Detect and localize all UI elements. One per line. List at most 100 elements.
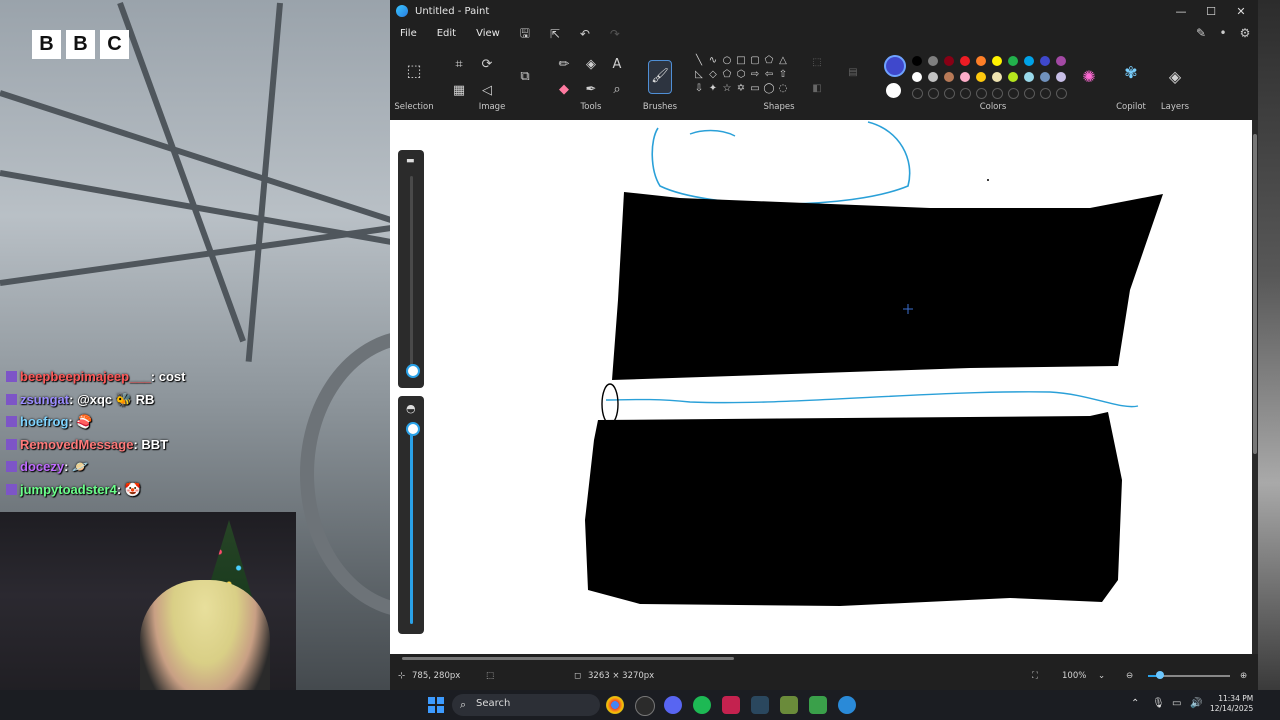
spotify-icon[interactable] [693, 696, 711, 714]
settings-icon[interactable]: ⚙ [1238, 26, 1252, 40]
text-icon[interactable]: A [608, 56, 626, 74]
magnifier-icon[interactable]: ⌕ [608, 81, 626, 99]
empty-color-slot[interactable] [1024, 88, 1035, 99]
color-swatch[interactable] [960, 72, 970, 82]
secondary-color[interactable] [886, 83, 901, 98]
up-arrow-shape-icon[interactable]: ⇧ [776, 68, 790, 82]
color-swatch[interactable] [1024, 56, 1034, 66]
color-swatch[interactable] [928, 72, 938, 82]
fit-to-window-icon[interactable]: ⛶ [1032, 671, 1038, 681]
color-swatch[interactable] [944, 72, 954, 82]
opacity-slider-track[interactable] [410, 424, 413, 624]
menu-file[interactable]: File [390, 24, 427, 44]
menu-view[interactable]: View [466, 24, 510, 44]
undo-icon[interactable]: ↶ [570, 27, 600, 41]
down-arrow-shape-icon[interactable]: ⇩ [692, 82, 706, 96]
vertical-scroll-thumb[interactable] [1253, 134, 1257, 454]
zoom-out-icon[interactable]: ⊖ [1126, 671, 1133, 681]
oval-shape-icon[interactable]: ○ [720, 54, 734, 68]
rectangle-shape-icon[interactable]: □ [734, 54, 748, 68]
empty-color-slot[interactable] [1040, 88, 1051, 99]
zoom-slider[interactable] [1148, 671, 1230, 679]
paint-taskbar-icon[interactable] [838, 696, 856, 714]
color-swatch[interactable] [976, 72, 986, 82]
empty-color-slot[interactable] [1056, 88, 1067, 99]
empty-color-slot[interactable] [992, 88, 1003, 99]
fill-style-icon[interactable]: ◧ [810, 82, 824, 96]
drawing-canvas[interactable]: ▬ ◓ [390, 120, 1252, 654]
color-swatch[interactable] [928, 56, 938, 66]
layers-icon[interactable]: ◈ [1166, 68, 1184, 86]
network-icon[interactable]: ▭ [1172, 698, 1181, 709]
size-slider-knob[interactable] [406, 364, 420, 378]
save-icon[interactable]: 🖫 [510, 24, 540, 45]
chrome-icon[interactable] [606, 696, 624, 714]
shape-settings-icon[interactable]: ▤ [846, 66, 860, 80]
zoom-in-icon[interactable]: ⊕ [1240, 671, 1247, 681]
app-icon[interactable] [722, 696, 740, 714]
resize-icon[interactable]: ▦ [450, 82, 468, 100]
rotate-icon[interactable]: ⟳ [478, 56, 496, 74]
polygon-shape-icon[interactable]: ⬠ [762, 54, 776, 68]
color-swatch[interactable] [944, 56, 954, 66]
clock-app-icon[interactable] [635, 696, 655, 716]
zoom-level[interactable]: 100% [1062, 671, 1086, 681]
eraser-icon[interactable]: ◆ [555, 81, 573, 99]
color-swatch[interactable] [976, 56, 986, 66]
star-shape-icon[interactable]: ☆ [720, 82, 734, 96]
taskbar-search[interactable]: ⌕ Search [452, 694, 600, 716]
fill-icon[interactable]: ◈ [582, 56, 600, 74]
empty-color-slot[interactable] [928, 88, 939, 99]
pentagon-shape-icon[interactable]: ⬠ [720, 68, 734, 82]
six-point-star-shape-icon[interactable]: ✡ [734, 82, 748, 96]
empty-color-slot[interactable] [976, 88, 987, 99]
color-swatch[interactable] [912, 56, 922, 66]
close-icon[interactable]: ✕ [1226, 0, 1256, 22]
windows-start-icon[interactable] [428, 697, 444, 713]
selection-icon[interactable]: ⬚ [405, 62, 423, 80]
horizontal-scrollbar[interactable] [390, 654, 1258, 662]
game-launcher-icon[interactable] [809, 696, 827, 714]
tray-expand-icon[interactable]: ⌃ [1131, 698, 1139, 709]
color-swatch[interactable] [912, 72, 922, 82]
primary-color[interactable] [884, 55, 906, 77]
hexagon-shape-icon[interactable]: ⬡ [734, 68, 748, 82]
color-swatch[interactable] [960, 56, 970, 66]
left-arrow-shape-icon[interactable]: ⇦ [762, 68, 776, 82]
color-swatch[interactable] [1040, 56, 1050, 66]
outline-icon[interactable]: ⬚ [810, 56, 824, 70]
four-point-star-shape-icon[interactable]: ✦ [706, 82, 720, 96]
minimize-icon[interactable]: — [1166, 0, 1196, 22]
discord-icon[interactable] [664, 696, 682, 714]
line-shape-icon[interactable]: ╲ [692, 54, 706, 68]
minecraft-icon[interactable] [780, 696, 798, 714]
right-arrow-shape-icon[interactable]: ⇨ [748, 68, 762, 82]
volume-icon[interactable]: 🔊 [1190, 698, 1202, 709]
redo-icon[interactable]: ↷ [600, 27, 630, 41]
empty-color-slot[interactable] [1008, 88, 1019, 99]
color-swatch[interactable] [992, 56, 1002, 66]
diamond-shape-icon[interactable]: ◇ [706, 68, 720, 82]
empty-color-slot[interactable] [944, 88, 955, 99]
curve-shape-icon[interactable]: ∿ [706, 54, 720, 68]
steam-icon[interactable] [751, 696, 769, 714]
pencil-icon[interactable]: ✏ [555, 56, 573, 74]
color-swatch[interactable] [1008, 56, 1018, 66]
color-picker-icon[interactable]: ✒ [582, 81, 600, 99]
color-swatch[interactable] [992, 72, 1002, 82]
right-triangle-shape-icon[interactable]: ◺ [692, 68, 706, 82]
menu-edit[interactable]: Edit [427, 24, 466, 44]
triangle-shape-icon[interactable]: △ [776, 54, 790, 68]
empty-color-slot[interactable] [912, 88, 923, 99]
system-clock[interactable]: 11:34 PM 12/14/2025 [1210, 694, 1253, 714]
callout-oval-shape-icon[interactable]: ◯ [762, 82, 776, 96]
horizontal-scroll-thumb[interactable] [402, 657, 734, 660]
empty-color-slot[interactable] [960, 88, 971, 99]
zoom-dropdown-icon[interactable]: ⌄ [1098, 671, 1105, 681]
color-swatch[interactable] [1008, 72, 1018, 82]
callout-cloud-shape-icon[interactable]: ◌ [776, 82, 790, 96]
color-swatch[interactable] [1056, 56, 1066, 66]
maximize-icon[interactable]: ☐ [1196, 0, 1226, 22]
message-icon[interactable]: ✎ [1194, 26, 1208, 40]
rounded-rect-shape-icon[interactable]: ▢ [748, 54, 762, 68]
